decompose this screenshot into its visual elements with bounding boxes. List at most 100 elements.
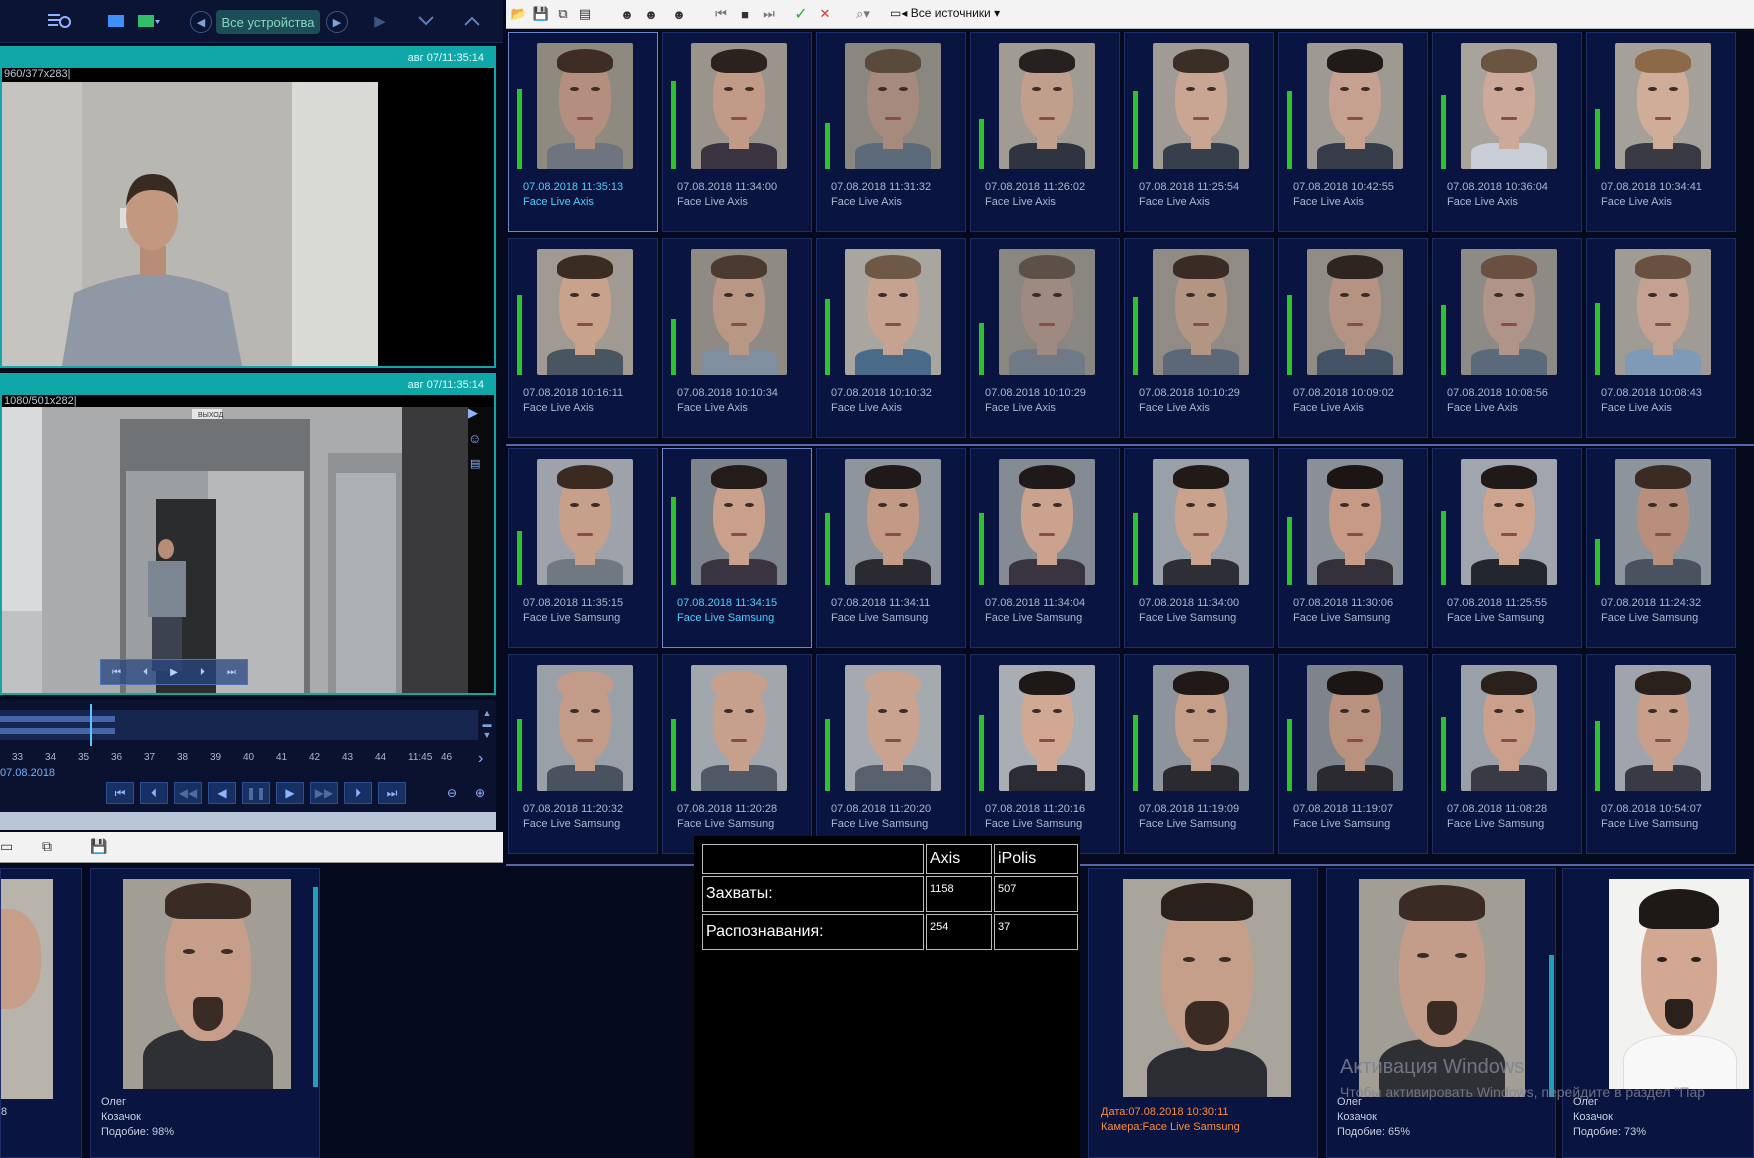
single-layout-icon[interactable] bbox=[106, 9, 126, 33]
devices-filter-button[interactable]: Все устройства bbox=[216, 10, 320, 34]
capture-time: 07.08.2018 11:26:02 bbox=[985, 181, 1086, 193]
fast-forward-button[interactable]: ▶▶ bbox=[310, 782, 338, 804]
capture-tile[interactable]: 07.08.2018 11:19:09 Face Live Samsung bbox=[1124, 654, 1274, 854]
match-card-right-2[interactable]: Олег Козачок Подобие: 73% bbox=[1562, 868, 1754, 1158]
capture-tile[interactable]: 07.08.2018 11:25:54 Face Live Axis bbox=[1124, 32, 1274, 232]
print-icon[interactable]: ▭ bbox=[0, 838, 13, 855]
overlay-prev-icon[interactable]: ⏴ bbox=[143, 667, 148, 678]
face-thumbnail bbox=[1615, 459, 1711, 585]
timeline-next-icon[interactable]: › bbox=[478, 750, 483, 768]
capture-tile[interactable]: 07.08.2018 10:10:29 Face Live Axis bbox=[1124, 238, 1274, 438]
export-icon[interactable]: ▤ bbox=[576, 5, 594, 23]
go-last-button[interactable]: ⏭ bbox=[378, 782, 406, 804]
capture-tile[interactable]: 07.08.2018 10:10:29 Face Live Axis bbox=[970, 238, 1120, 438]
overlay-play-icon[interactable]: ▶ bbox=[170, 667, 178, 678]
overlay-next-icon[interactable]: ⏵ bbox=[200, 667, 205, 678]
capture-time: 07.08.2018 10:08:56 bbox=[1447, 387, 1548, 399]
person-card-icon[interactable]: ☻ bbox=[670, 5, 688, 23]
timeline[interactable]: ▲ ▬ ▼ 33 34 35 36 37 38 39 40 41 42 43 44 11:45 46 › 07… bbox=[0, 700, 496, 812]
camera-view-1[interactable]: авг 07/11:35:14 960/377x283| bbox=[0, 46, 496, 368]
rewind-icon[interactable]: ⏮ bbox=[712, 5, 730, 23]
accept-icon[interactable]: ✓ bbox=[792, 5, 810, 23]
overlay-last-icon[interactable]: ⏭ bbox=[227, 667, 236, 678]
person-icon[interactable]: ☻ bbox=[618, 5, 636, 23]
capture-tile[interactable]: 07.08.2018 11:19:07 Face Live Samsung bbox=[1278, 654, 1428, 854]
chevron-down-icon[interactable] bbox=[416, 9, 436, 33]
timeline-scroll[interactable]: ▲ ▬ ▼ bbox=[480, 708, 494, 742]
event-photo bbox=[1123, 879, 1291, 1097]
go-first-button[interactable]: ⏮ bbox=[106, 782, 134, 804]
capture-tile[interactable]: 07.08.2018 10:10:32 Face Live Axis bbox=[816, 238, 966, 438]
sources-dropdown[interactable]: ▭◂ Все источники ▾ bbox=[890, 6, 1000, 20]
zoom-in-icon[interactable]: ⊕ bbox=[466, 782, 494, 804]
match-card-right-1[interactable]: Олег Козачок Подобие: 65% bbox=[1326, 868, 1556, 1158]
capture-time: 07.08.2018 10:34:41 bbox=[1601, 181, 1702, 193]
capture-tile[interactable]: 07.08.2018 10:09:02 Face Live Axis bbox=[1278, 238, 1428, 438]
overlay-first-icon[interactable]: ⏮ bbox=[112, 667, 121, 678]
play-reverse-button[interactable]: ◀ bbox=[208, 782, 236, 804]
capture-tile[interactable]: 07.08.2018 11:30:06 Face Live Samsung bbox=[1278, 448, 1428, 648]
capture-tile[interactable]: 07.08.2018 11:25:55 Face Live Samsung bbox=[1432, 448, 1582, 648]
zoom-out-icon[interactable]: ⊖ bbox=[438, 782, 466, 804]
capture-tile[interactable]: 07.08.2018 10:36:04 Face Live Axis bbox=[1432, 32, 1582, 232]
capture-tile[interactable]: 07.08.2018 11:34:00 Face Live Axis bbox=[662, 32, 812, 232]
filter-icon[interactable]: ⌕▾ bbox=[850, 5, 876, 23]
step-forward-button[interactable]: ⏵ bbox=[344, 782, 372, 804]
capture-tile[interactable]: 07.08.2018 11:34:15 Face Live Samsung bbox=[662, 448, 812, 648]
event-capture-card[interactable]: Дата:07.08.2018 10:30:11 Камера:Face Liv… bbox=[1088, 868, 1318, 1158]
faces-icon[interactable]: ☺ bbox=[468, 431, 481, 446]
list-view-icon[interactable] bbox=[44, 9, 74, 33]
capture-tile[interactable]: 07.08.2018 11:26:02 Face Live Axis bbox=[970, 32, 1120, 232]
play-icon[interactable]: ▶ bbox=[372, 9, 388, 33]
play-button[interactable]: ▶ bbox=[276, 782, 304, 804]
timeline-track[interactable] bbox=[0, 710, 478, 740]
capture-tile[interactable]: 07.08.2018 11:20:20 Face Live Samsung bbox=[816, 654, 966, 854]
save-icon[interactable]: 💾 bbox=[90, 838, 107, 855]
capture-tile[interactable]: 07.08.2018 10:08:43 Face Live Axis bbox=[1586, 238, 1736, 438]
next-device-icon[interactable]: ▶ bbox=[326, 11, 348, 33]
capture-source: Face Live Samsung bbox=[1447, 818, 1545, 830]
capture-tile[interactable]: 07.08.2018 10:10:34 Face Live Axis bbox=[662, 238, 812, 438]
capture-time: 07.08.2018 11:30:06 bbox=[1293, 597, 1394, 609]
capture-tile[interactable]: 07.08.2018 10:08:56 Face Live Axis bbox=[1432, 238, 1582, 438]
capture-tile[interactable]: 07.08.2018 11:20:28 Face Live Samsung bbox=[662, 654, 812, 854]
camera-view-2[interactable]: авг 07/11:35:14 1080/501x282| ВЫХОД ▶ ☺ … bbox=[0, 373, 496, 695]
capture-tile[interactable]: 07.08.2018 11:20:32 Face Live Samsung bbox=[508, 654, 658, 854]
step-back-button[interactable]: ⏴ bbox=[140, 782, 168, 804]
stop-icon[interactable]: ■ bbox=[736, 5, 754, 23]
capture-tile[interactable]: 07.08.2018 11:35:15 Face Live Samsung bbox=[508, 448, 658, 648]
chevron-up-icon[interactable] bbox=[462, 9, 482, 33]
save-icon[interactable]: 💾 bbox=[532, 5, 550, 23]
prev-device-icon[interactable]: ◀ bbox=[190, 11, 212, 33]
capture-tile[interactable]: 07.08.2018 11:34:11 Face Live Samsung bbox=[816, 448, 966, 648]
rewind-button[interactable]: ◀◀ bbox=[174, 782, 202, 804]
match-card[interactable]: Олег Козачок Подобие: 98% bbox=[90, 868, 320, 1158]
camera-2-frame: ВЫХОД bbox=[2, 407, 494, 693]
capture-tile[interactable]: 07.08.2018 11:31:32 Face Live Axis bbox=[816, 32, 966, 232]
timeline-cursor[interactable] bbox=[90, 704, 92, 746]
layout-select-icon[interactable] bbox=[136, 9, 162, 33]
capture-tile[interactable]: 07.08.2018 11:34:00 Face Live Samsung bbox=[1124, 448, 1274, 648]
pause-button[interactable]: ❚❚ bbox=[242, 782, 270, 804]
capture-tile[interactable]: 07.08.2018 11:24:32 Face Live Samsung bbox=[1586, 448, 1736, 648]
capture-tile[interactable]: 07.08.2018 10:16:11 Face Live Axis bbox=[508, 238, 658, 438]
stats-icon[interactable]: ▤ bbox=[470, 457, 480, 470]
capture-tile[interactable]: 07.08.2018 10:42:55 Face Live Axis bbox=[1278, 32, 1428, 232]
capture-tile[interactable]: 07.08.2018 11:34:04 Face Live Samsung bbox=[970, 448, 1120, 648]
stats-header-empty bbox=[702, 844, 924, 874]
add-person-icon[interactable]: ☻ bbox=[642, 5, 660, 23]
capture-tile[interactable]: 07.08.2018 11:20:16 Face Live Samsung bbox=[970, 654, 1120, 854]
capture-tile[interactable]: 07.08.2018 10:34:41 Face Live Axis bbox=[1586, 32, 1736, 232]
capture-tile[interactable]: 07.08.2018 11:08:28 Face Live Samsung bbox=[1432, 654, 1582, 854]
match-card-partial[interactable]: 8 bbox=[0, 868, 82, 1158]
capture-tile[interactable]: 07.08.2018 10:54:07 Face Live Samsung bbox=[1586, 654, 1736, 854]
capture-time: 07.08.2018 11:34:15 bbox=[677, 597, 778, 609]
record-icon[interactable]: ▶ bbox=[468, 405, 478, 421]
reject-icon[interactable]: ✕ bbox=[816, 5, 834, 23]
export-icon[interactable]: ⧉ bbox=[42, 838, 52, 855]
face-thumbnail bbox=[1153, 249, 1249, 375]
copy-icon[interactable]: ⧉ bbox=[554, 5, 572, 23]
forward-icon[interactable]: ⏭ bbox=[760, 5, 778, 23]
capture-tile[interactable]: 07.08.2018 11:35:13 Face Live Axis bbox=[508, 32, 658, 232]
open-folder-icon[interactable]: 📂 bbox=[510, 5, 528, 23]
